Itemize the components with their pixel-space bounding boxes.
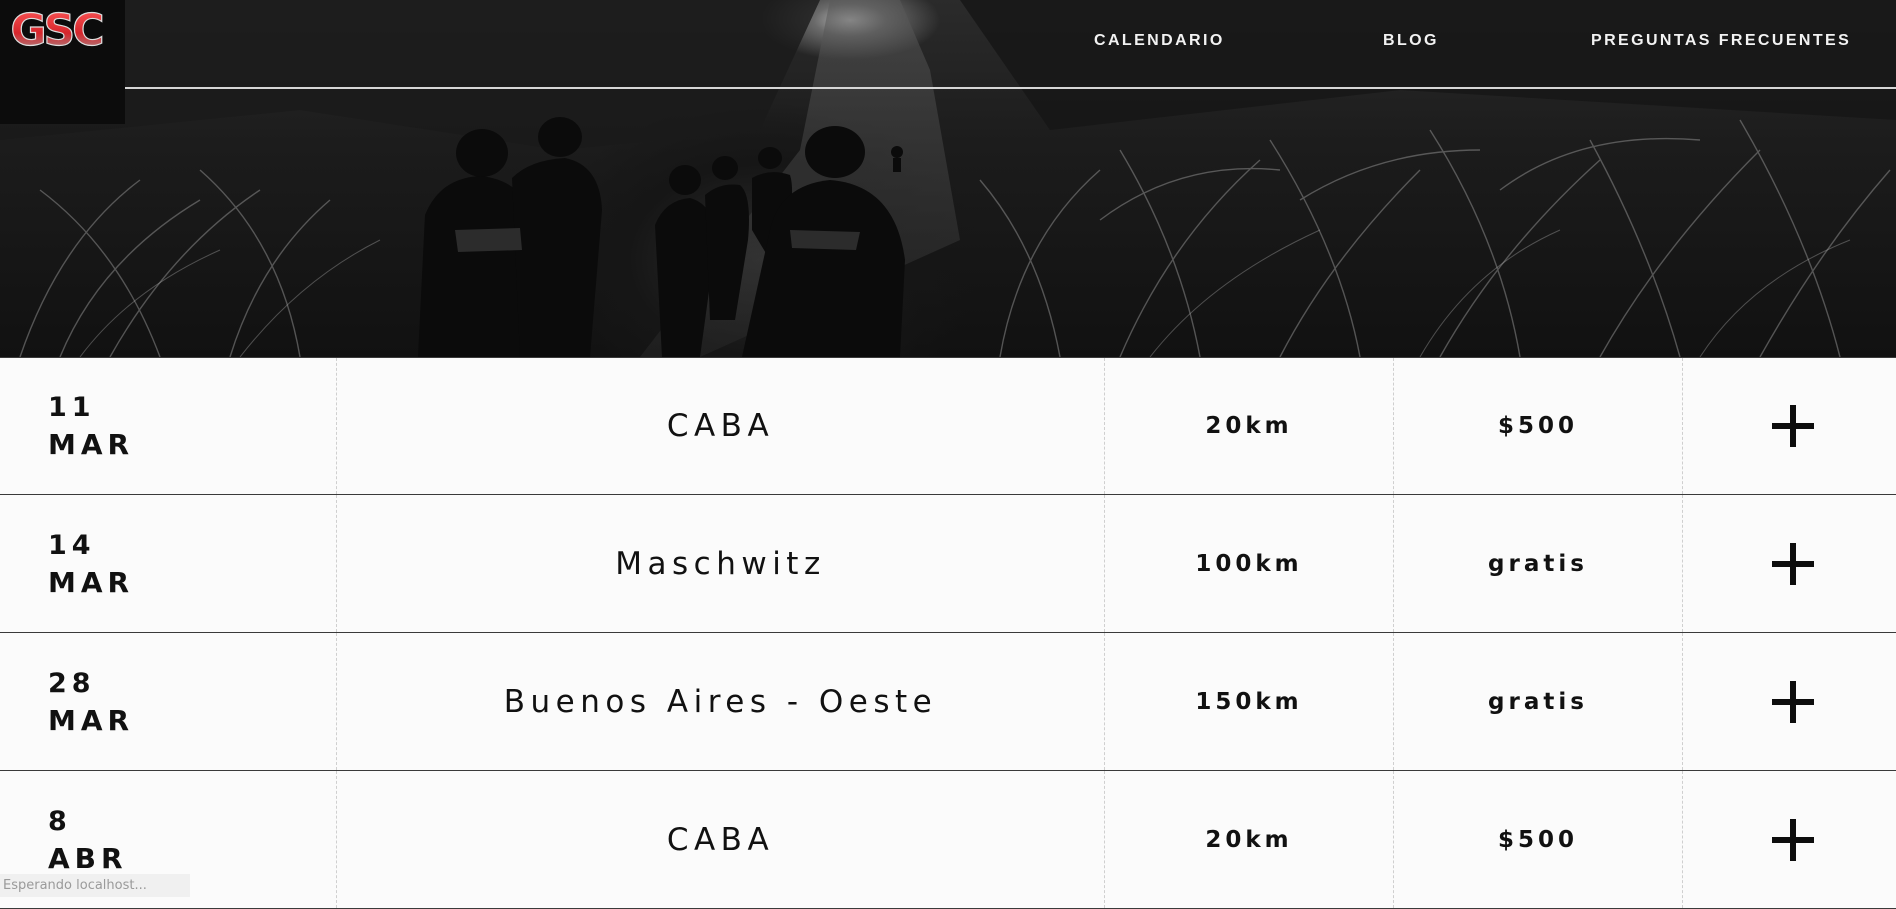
event-place: CABA — [666, 408, 775, 444]
plus-icon[interactable] — [1771, 542, 1814, 585]
event-distance: 20km — [1205, 826, 1293, 853]
event-day: 8 — [48, 805, 72, 837]
plus-icon[interactable] — [1771, 818, 1814, 861]
gsc-logo-icon: GSC — [10, 4, 106, 56]
event-row[interactable]: 8 ABR CABA 20km $500 — [0, 771, 1896, 909]
event-row[interactable]: 14 MAR Maschwitz 100km gratis — [0, 495, 1896, 633]
event-price: $500 — [1497, 413, 1578, 439]
event-month: MAR — [48, 428, 135, 461]
event-row[interactable]: 28 MAR Buenos Aires - Oeste 150km gratis — [0, 633, 1896, 771]
event-day: 11 — [48, 392, 96, 423]
event-price: gratis — [1488, 550, 1588, 577]
event-distance: 150km — [1195, 688, 1303, 715]
event-place: CABA — [666, 821, 775, 858]
event-day: 14 — [48, 529, 96, 561]
event-row[interactable]: 11 MAR CABA 20km $500 — [0, 357, 1896, 495]
event-price: $500 — [1497, 826, 1578, 853]
browser-status-bar: Esperando localhost... — [0, 874, 190, 897]
hero-photo — [0, 0, 1896, 357]
event-day: 28 — [48, 667, 96, 699]
plus-icon[interactable] — [1771, 680, 1814, 723]
plus-icon[interactable] — [1771, 405, 1814, 447]
event-place: Buenos Aires - Oeste — [503, 683, 938, 720]
nav-preguntas-frecuentes[interactable]: PREGUNTAS FRECUENTES — [1591, 32, 1851, 50]
event-date: 28 MAR — [0, 633, 337, 770]
event-distance: 20km — [1205, 413, 1293, 439]
logo[interactable]: GSC — [0, 0, 125, 124]
nav-divider — [125, 87, 1896, 89]
event-month: MAR — [48, 565, 135, 599]
event-month: MAR — [48, 703, 135, 737]
event-date: 11 MAR — [0, 358, 337, 494]
nav-calendario[interactable]: CALENDARIO — [1094, 32, 1225, 50]
nav-blog[interactable]: BLOG — [1383, 32, 1439, 50]
event-month: ABR — [48, 841, 128, 875]
events-calendar: 11 MAR CABA 20km $500 14 MAR Maschwitz 100… — [0, 357, 1896, 909]
logo-text: GSC — [10, 5, 102, 56]
event-price: gratis — [1488, 688, 1588, 715]
hero-banner: GSC CALENDARIO BLOG PREGUNTAS FRECUENTES — [0, 0, 1896, 357]
event-date: 14 MAR — [0, 495, 337, 632]
event-distance: 100km — [1195, 550, 1303, 577]
event-place: Maschwitz — [615, 545, 826, 582]
